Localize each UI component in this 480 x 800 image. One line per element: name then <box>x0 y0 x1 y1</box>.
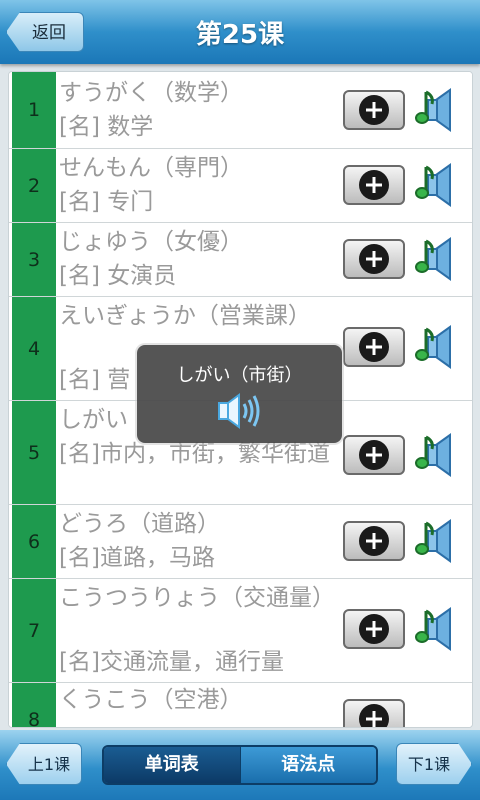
speaker-note-icon[interactable] <box>414 517 462 565</box>
list-item: 2 せんもん（専門） [名] 专门 <box>9 149 472 223</box>
item-number: 2 <box>12 149 56 222</box>
item-number: 3 <box>12 223 56 296</box>
list-item: 3 じょゆう（女優） [名] 女演员 <box>9 223 472 297</box>
item-word: どうろ（道路） <box>59 511 220 537</box>
footer-bar: 上1课 单词表 语法点 下1课 <box>0 730 480 800</box>
list-item: 7 こうつうりょう（交通量） [名]交通流量，通行量 <box>9 579 472 683</box>
header-bar: 返回 第25课 <box>0 0 480 64</box>
tab-word-list[interactable]: 单词表 <box>104 747 240 783</box>
item-meaning: [名]交通流量，通行量 <box>59 649 284 675</box>
plus-icon <box>359 244 389 274</box>
list-item: 1 すうがく（数学） [名] 数学 <box>9 72 472 149</box>
plus-icon <box>359 170 389 200</box>
item-meaning: [名]市内，市街，繁华街道 <box>59 441 330 467</box>
view-tabs: 单词表 语法点 <box>102 745 378 785</box>
popup-word: しがい（市街） <box>176 365 303 386</box>
item-word: せんもん（専門） <box>59 155 243 181</box>
pronunciation-popup[interactable]: しがい（市街） <box>137 345 342 443</box>
speaker-note-icon[interactable] <box>414 431 462 479</box>
item-word: じょゆう（女優） <box>59 229 243 255</box>
plus-icon <box>359 704 389 727</box>
item-meaning: [名]道路，马路 <box>59 545 215 571</box>
plus-icon <box>359 440 389 470</box>
plus-icon <box>359 332 389 362</box>
item-word: えいぎょうか（営業課） <box>59 303 311 329</box>
add-word-button[interactable] <box>343 90 405 130</box>
item-meaning: [名] 专门 <box>59 189 154 215</box>
list-item: 6 どうろ（道路） [名]道路，马路 <box>9 505 472 579</box>
item-number: 4 <box>12 297 56 400</box>
plus-icon <box>359 95 389 125</box>
speaker-note-icon[interactable] <box>414 605 462 653</box>
plus-icon <box>359 614 389 644</box>
speaker-note-icon[interactable] <box>414 235 462 283</box>
speaker-note-icon[interactable] <box>414 86 462 134</box>
item-meaning: [名] 数学 <box>59 114 154 140</box>
item-number: 5 <box>12 401 56 504</box>
add-word-button[interactable] <box>343 521 405 561</box>
item-number: 7 <box>12 579 56 682</box>
add-word-button[interactable] <box>343 609 405 649</box>
item-word: すうがく（数学） <box>59 80 243 106</box>
add-word-button[interactable] <box>343 239 405 279</box>
item-word: くうこう（空港） <box>59 687 243 713</box>
list-item: 8 くうこう（空港） <box>9 683 472 727</box>
item-meaning: [名] 女演员 <box>59 263 177 289</box>
add-word-button[interactable] <box>343 165 405 205</box>
add-word-button[interactable] <box>343 327 405 367</box>
item-word: こうつうりょう（交通量） <box>59 585 335 611</box>
item-number: 6 <box>12 505 56 578</box>
page-title: 第25课 <box>195 20 285 50</box>
speaker-icon[interactable] <box>217 393 263 429</box>
next-lesson-button[interactable]: 下1课 <box>396 743 472 785</box>
speaker-note-icon[interactable] <box>414 323 462 371</box>
item-number: 8 <box>12 683 56 727</box>
add-word-button[interactable] <box>343 435 405 475</box>
add-word-button[interactable] <box>343 699 405 727</box>
tab-grammar[interactable]: 语法点 <box>239 747 376 783</box>
speaker-note-icon[interactable] <box>414 161 462 209</box>
plus-icon <box>359 526 389 556</box>
prev-lesson-button[interactable]: 上1课 <box>6 743 82 785</box>
item-number: 1 <box>12 72 56 148</box>
